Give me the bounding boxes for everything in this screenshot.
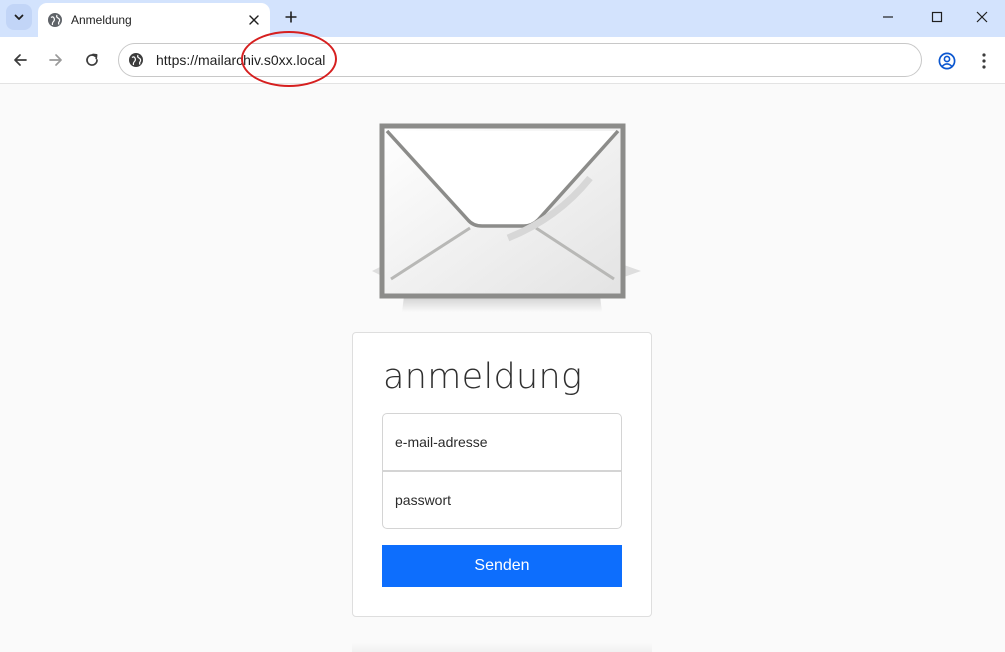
tab-title: Anmeldung (71, 13, 132, 27)
chevron-down-icon (14, 14, 24, 20)
globe-icon (47, 12, 63, 28)
globe-icon[interactable] (127, 51, 145, 69)
plus-icon (285, 11, 297, 23)
reload-button[interactable] (79, 47, 105, 73)
tab-strip: Anmeldung (0, 0, 1005, 37)
arrow-left-icon (14, 54, 27, 66)
email-field[interactable] (382, 413, 622, 471)
password-field[interactable] (382, 471, 622, 529)
browser-toolbar: https://mailarchiv.s0xx.local (0, 37, 1005, 84)
close-icon[interactable] (244, 10, 264, 30)
minimize-button[interactable] (865, 0, 911, 34)
envelope-icon (358, 118, 648, 318)
arrow-right-icon (49, 54, 62, 66)
profile-icon (938, 52, 956, 70)
back-button[interactable] (7, 47, 33, 73)
maximize-icon (931, 11, 943, 23)
tab-anmeldung[interactable]: Anmeldung (38, 3, 270, 37)
profile-button[interactable] (934, 48, 960, 74)
close-icon (976, 11, 988, 23)
login-card: anmeldung Senden (352, 332, 652, 617)
new-tab-button[interactable] (280, 6, 302, 28)
url-text[interactable]: https://mailarchiv.s0xx.local (156, 52, 325, 68)
reload-icon (86, 53, 98, 66)
maximize-button[interactable] (914, 0, 960, 34)
tab-search-button[interactable] (6, 4, 32, 30)
close-window-button[interactable] (959, 0, 1005, 34)
forward-button[interactable] (43, 47, 69, 73)
menu-button[interactable] (971, 48, 997, 74)
address-bar[interactable]: https://mailarchiv.s0xx.local (118, 43, 922, 77)
bottom-shadow (352, 643, 652, 652)
minimize-icon (883, 16, 893, 18)
submit-button[interactable]: Senden (382, 545, 622, 587)
kebab-menu-icon (982, 53, 986, 69)
page-title: anmeldung (383, 357, 583, 397)
